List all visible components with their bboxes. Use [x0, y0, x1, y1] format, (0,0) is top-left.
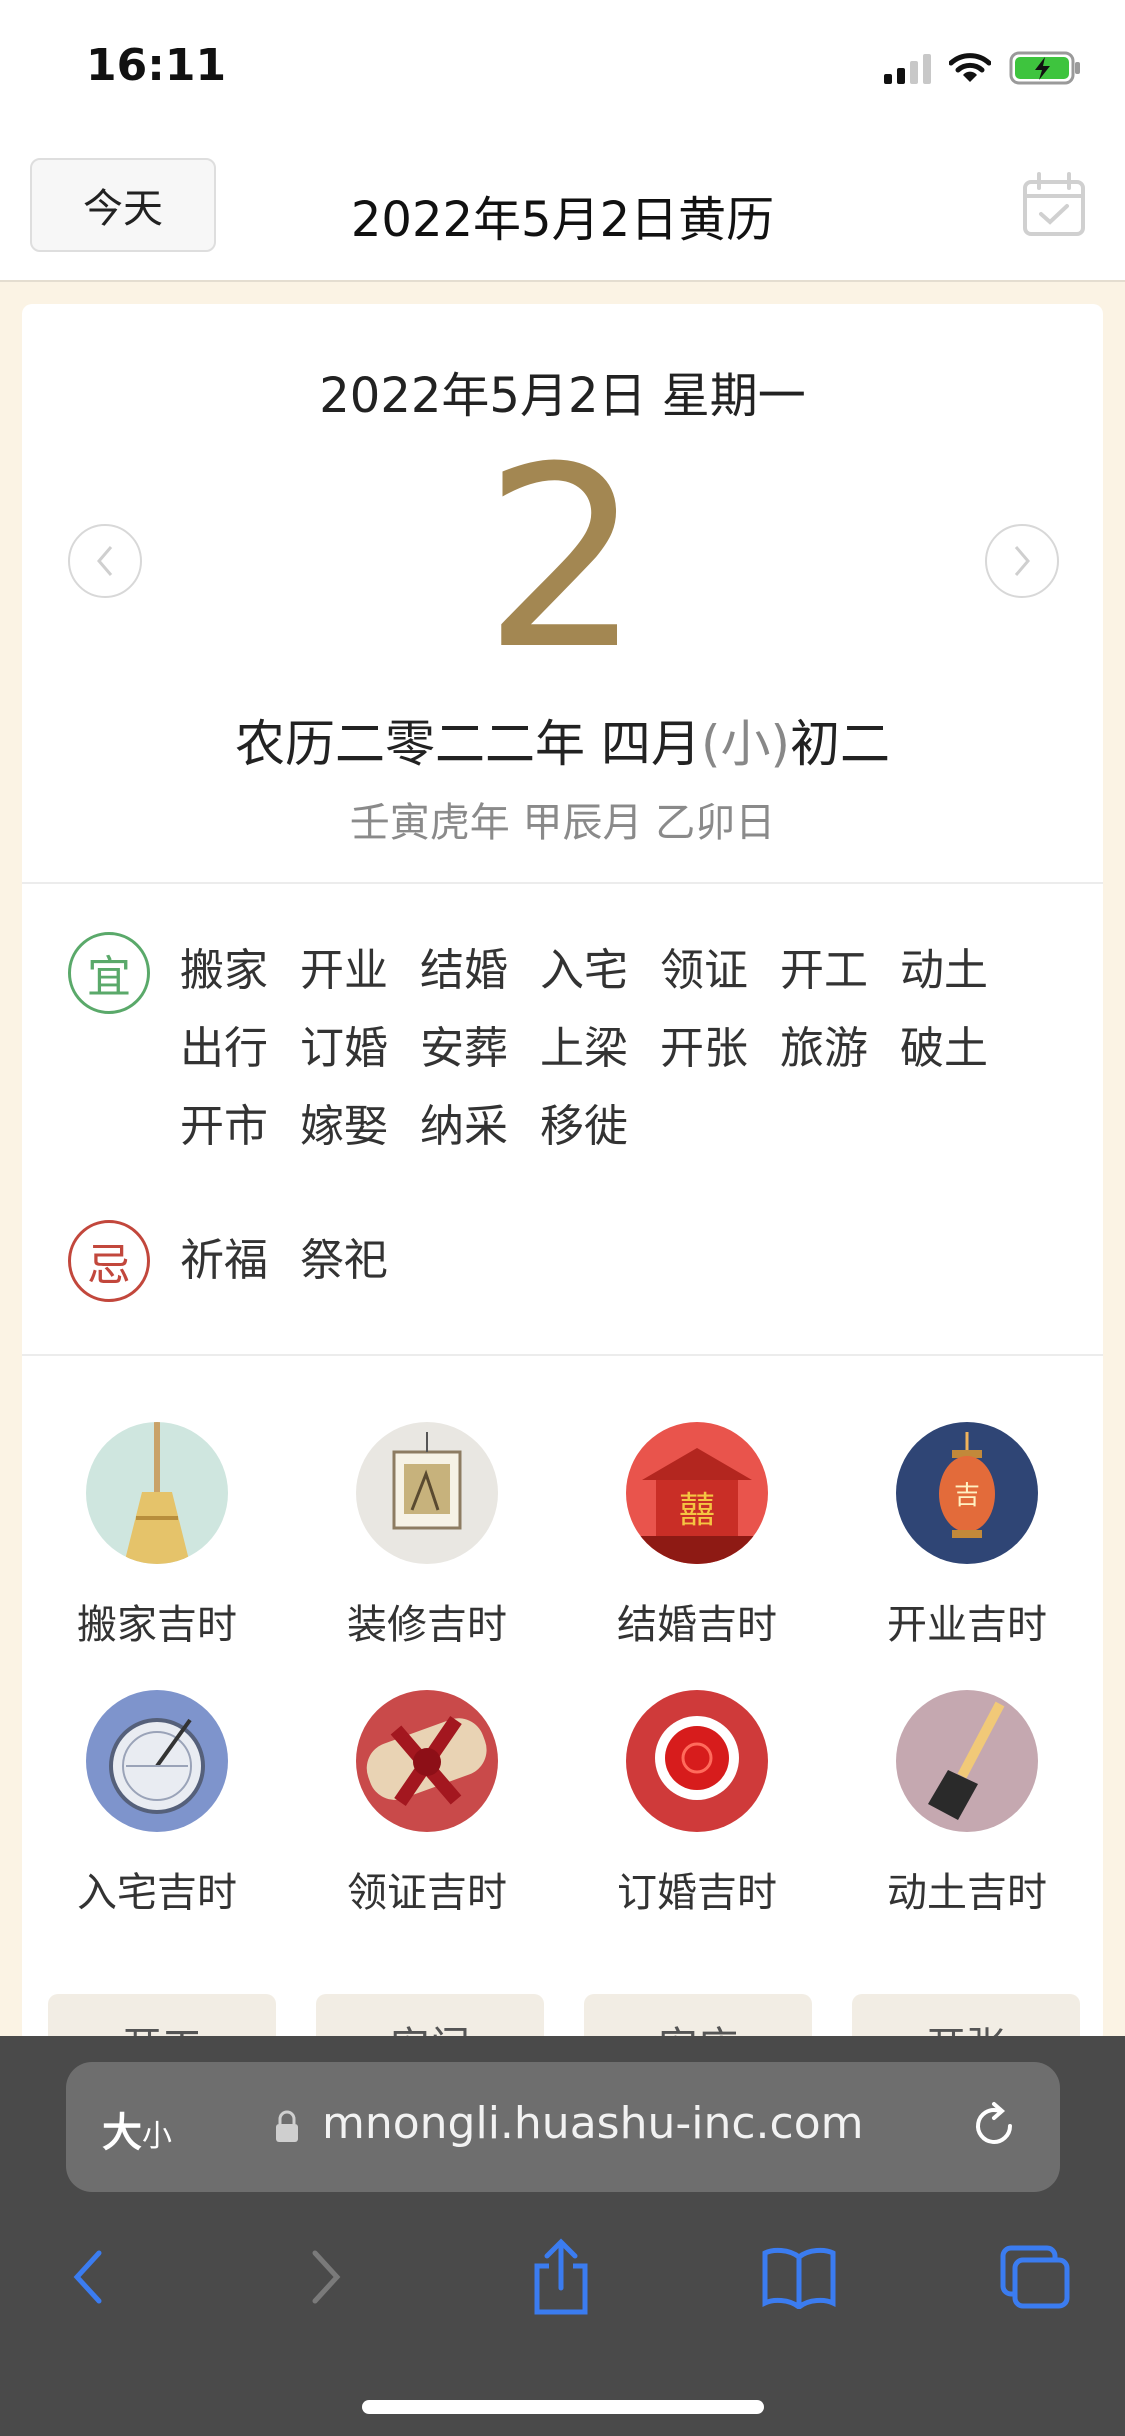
- svg-text:吉: 吉: [954, 1481, 980, 1511]
- shovel-icon: [896, 1690, 1038, 1832]
- yi-item: 开业: [300, 945, 388, 996]
- almanac-card: 2022年5月2日 星期一 2 农历二零二二年 四月(小)初二 壬寅虎年 甲辰月…: [22, 304, 1103, 2044]
- yi-item: 动土: [900, 945, 988, 996]
- icon-label: 装修吉时: [347, 1602, 507, 1648]
- yi-item: 搬家: [180, 945, 268, 996]
- lunar-year-month: 农历二零二二年 四月: [235, 715, 701, 773]
- business-open-time-item[interactable]: 吉 开业吉时: [832, 1422, 1102, 1650]
- status-bar: 16:11: [0, 0, 1125, 140]
- ganzhi-line: 壬寅虎年 甲辰月 乙卯日: [349, 800, 776, 846]
- status-time: 16:11: [86, 40, 227, 91]
- share-icon: [534, 2238, 588, 2315]
- yi-item: 移徙: [540, 1101, 628, 1152]
- ji-item: 祈福: [180, 1235, 268, 1286]
- icon-label: 入宅吉时: [77, 1870, 237, 1916]
- status-icons: [884, 48, 1083, 88]
- scroll-ribbon-icon: [356, 1690, 498, 1832]
- move-house-time-item[interactable]: 搬家吉时: [22, 1422, 292, 1650]
- lunar-date: 农历二零二二年 四月(小)初二: [22, 704, 1103, 776]
- yi-item: 出行: [180, 1023, 268, 1074]
- auspicious-time-grid: 搬家吉时 装修吉时 囍 结婚吉时 吉 开业吉时 入宅吉时 领证吉时 订婚吉时 动…: [22, 1422, 1103, 1918]
- yi-list: 搬家 开业 结婚 入宅 领证 开工 动土 出行 订婚 安葬 上梁 开张 旅游 破…: [180, 940, 1040, 1158]
- yi-item: 旅游: [780, 1023, 868, 1074]
- yi-item: 结婚: [420, 945, 508, 996]
- text-size-button[interactable]: 大小: [102, 2100, 172, 2158]
- yi-item: 破土: [900, 1023, 988, 1074]
- divider: [22, 1354, 1103, 1356]
- tabs-button[interactable]: [990, 2232, 1080, 2322]
- wifi-icon: [949, 53, 991, 82]
- painting-icon: [356, 1422, 498, 1564]
- yi-item: 嫁娶: [300, 1101, 388, 1152]
- wedding-gate-icon: 囍: [626, 1422, 768, 1564]
- reload-icon[interactable]: [968, 2100, 1020, 2152]
- marriage-license-time-item[interactable]: 领证吉时: [292, 1690, 562, 1918]
- yi-item: 上梁: [540, 1023, 628, 1074]
- groundbreaking-time-item[interactable]: 动土吉时: [832, 1690, 1102, 1918]
- ji-list: 祈福 祭祀: [180, 1230, 388, 1292]
- battery-charging-icon: [1009, 51, 1080, 85]
- icon-label: 订婚吉时: [617, 1870, 777, 1916]
- big-day-number: 2: [482, 413, 643, 704]
- chevron-right-icon: [312, 2250, 341, 2304]
- text-size-big: 大: [102, 2110, 142, 2156]
- address-bar[interactable]: 大小 mnongli.huashu-inc.com: [66, 2062, 1060, 2192]
- yi-item: 开工: [780, 945, 868, 996]
- page-title: 2022年5月2日黄历: [350, 192, 775, 248]
- home-indicator[interactable]: [362, 2400, 764, 2414]
- svg-text:囍: 囍: [679, 1490, 715, 1531]
- lock-icon: [276, 2110, 298, 2142]
- chevron-right-icon: [1014, 546, 1030, 576]
- book-icon: [762, 2247, 836, 2309]
- icon-label: 搬家吉时: [77, 1602, 237, 1648]
- yi-item: 安葬: [420, 1023, 508, 1074]
- icon-label: 结婚吉时: [617, 1602, 777, 1648]
- tabs-icon: [1000, 2245, 1070, 2309]
- yi-item: 纳采: [420, 1101, 508, 1152]
- yi-item: 领证: [660, 945, 748, 996]
- ji-badge: 忌: [68, 1220, 150, 1302]
- red-cup-icon: [626, 1690, 768, 1832]
- lunar-day: 初二: [789, 715, 890, 773]
- icon-label: 动土吉时: [887, 1870, 1047, 1916]
- lantern-icon: 吉: [896, 1422, 1038, 1564]
- icon-label: 开业吉时: [887, 1602, 1047, 1648]
- url-text: mnongli.huashu-inc.com: [322, 2098, 864, 2149]
- cellular-signal-icon: [884, 52, 931, 84]
- wedding-time-item[interactable]: 囍 结婚吉时: [562, 1422, 832, 1650]
- yi-item: 开张: [660, 1023, 748, 1074]
- move-in-time-item[interactable]: 入宅吉时: [22, 1690, 292, 1918]
- app-header: 今天 2022年5月2日黄历: [0, 140, 1125, 282]
- next-day-button[interactable]: [985, 524, 1059, 598]
- yi-item: 开市: [180, 1101, 268, 1152]
- yi-item: 入宅: [540, 945, 628, 996]
- navigation-toolbar: [0, 2232, 1125, 2362]
- yi-badge: 宜: [68, 932, 150, 1014]
- browser-toolbar: 大小 mnongli.huashu-inc.com: [0, 2036, 1125, 2436]
- icon-label: 领证吉时: [347, 1870, 507, 1916]
- compass-icon: [86, 1690, 228, 1832]
- broom-icon: [86, 1422, 228, 1564]
- engagement-time-item[interactable]: 订婚吉时: [562, 1690, 832, 1918]
- lunar-month-size: (小): [700, 715, 790, 773]
- share-button[interactable]: [516, 2232, 606, 2322]
- ji-item: 祭祀: [300, 1235, 388, 1286]
- renovation-time-item[interactable]: 装修吉时: [292, 1422, 562, 1650]
- calendar-check-icon: [1023, 172, 1085, 236]
- forward-button[interactable]: [282, 2232, 372, 2322]
- chevron-left-icon: [73, 2250, 102, 2304]
- divider: [22, 882, 1103, 884]
- calendar-button[interactable]: [1019, 170, 1089, 240]
- back-button[interactable]: [42, 2232, 132, 2322]
- yi-item: 订婚: [300, 1023, 388, 1074]
- bookmarks-button[interactable]: [754, 2232, 844, 2322]
- text-size-small: 小: [142, 2119, 172, 2154]
